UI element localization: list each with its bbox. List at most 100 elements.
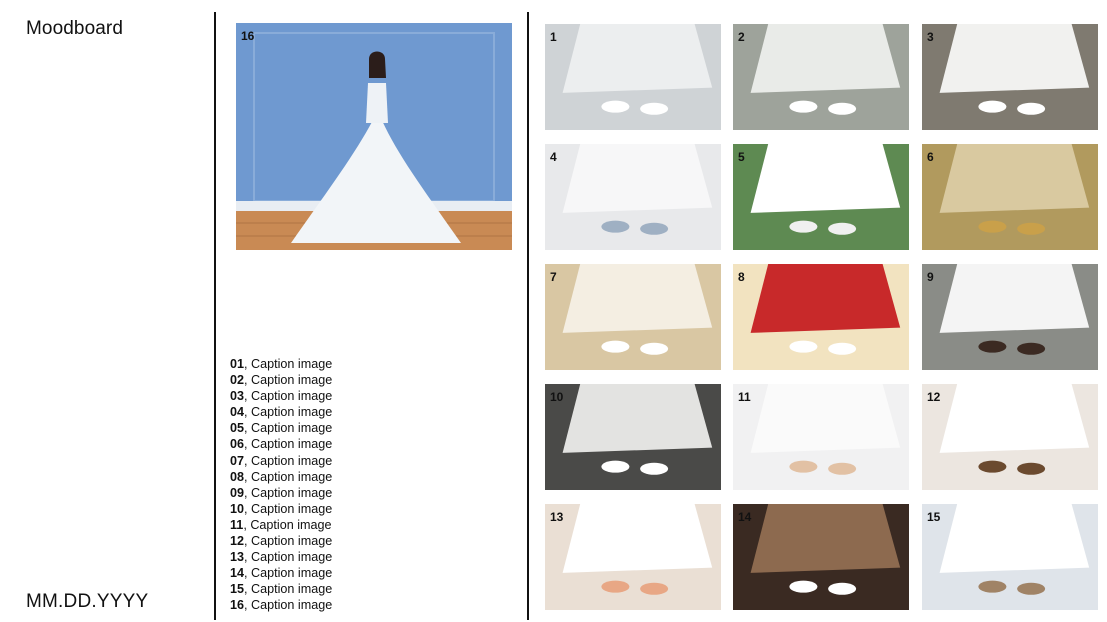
moodboard-tile[interactable]: 12 <box>922 384 1098 490</box>
image-number: 1 <box>550 30 557 44</box>
caption-text: Caption image <box>247 582 333 597</box>
wedding-shoes-photo <box>922 264 1098 370</box>
wedding-shoes-photo <box>545 504 721 610</box>
wedding-shoes-photo <box>733 384 909 490</box>
caption-number: 09 <box>230 485 245 500</box>
caption-text: Caption image <box>247 566 333 581</box>
image-number: 15 <box>927 510 941 524</box>
caption-number: 07 <box>230 453 245 468</box>
caption-item: 07, Caption image <box>230 453 332 469</box>
image-number: 3 <box>927 30 934 44</box>
caption-number: 01 <box>230 357 245 371</box>
caption-number: 06 <box>230 437 245 452</box>
caption-text: Caption image <box>247 373 333 388</box>
moodboard-tile[interactable]: 11 <box>733 384 909 490</box>
moodboard-tile[interactable]: 1 <box>545 24 721 130</box>
wedding-shoes-photo <box>922 384 1098 490</box>
date-label: MM.DD.YYYY <box>26 591 149 612</box>
moodboard-tile[interactable]: 7 <box>545 264 721 370</box>
wedding-shoes-photo <box>545 24 721 130</box>
wedding-shoes-photo <box>733 504 909 610</box>
caption-item: 03, Caption image <box>230 388 332 404</box>
moodboard-tile[interactable]: 2 <box>733 24 909 130</box>
image-number: 10 <box>550 390 564 404</box>
image-number: 12 <box>927 390 941 404</box>
caption-text: Caption image <box>247 534 333 549</box>
image-number: 6 <box>927 150 934 164</box>
image-number: 5 <box>738 150 745 164</box>
caption-text: Caption image <box>247 421 333 436</box>
caption-text: Caption image <box>247 469 333 484</box>
image-number: 7 <box>550 270 557 284</box>
caption-list: 01, Caption image 02, Caption image 03, … <box>230 356 332 614</box>
moodboard-tile[interactable]: 3 <box>922 24 1098 130</box>
wedding-shoes-photo <box>545 264 721 370</box>
wedding-shoes-photo <box>733 24 909 130</box>
caption-number: 14 <box>230 566 245 581</box>
wedding-shoes-photo <box>922 24 1098 130</box>
caption-text: Caption image <box>247 550 333 565</box>
moodboard-tile[interactable]: 15 <box>922 504 1098 610</box>
caption-number: 16 <box>230 598 245 613</box>
moodboard-tile[interactable]: 10 <box>545 384 721 490</box>
caption-item: 16, Caption image <box>230 597 332 613</box>
caption-number: 15 <box>230 582 245 597</box>
caption-number: 10 <box>230 501 245 516</box>
caption-number: 11 <box>230 517 244 532</box>
wedding-shoes-photo <box>922 144 1098 250</box>
caption-text: Caption image <box>246 517 332 532</box>
caption-number: 13 <box>230 550 245 565</box>
caption-number: 08 <box>230 469 245 484</box>
wedding-shoes-photo <box>545 144 721 250</box>
wedding-shoes-photo <box>922 504 1098 610</box>
moodboard-tile[interactable]: 14 <box>733 504 909 610</box>
image-number: 9 <box>927 270 934 284</box>
caption-item: 08, Caption image <box>230 469 332 485</box>
image-number: 11 <box>738 390 751 404</box>
image-number: 16 <box>241 29 255 43</box>
wedding-shoes-photo <box>545 384 721 490</box>
image-number: 2 <box>738 30 745 44</box>
caption-text: Caption image <box>247 389 333 404</box>
bride-gown-photo <box>236 23 512 250</box>
feature-image[interactable]: 16 <box>236 23 512 250</box>
caption-number: 04 <box>230 405 245 420</box>
caption-item: 05, Caption image <box>230 420 332 436</box>
moodboard-tile[interactable]: 8 <box>733 264 909 370</box>
wedding-shoes-photo <box>733 264 909 370</box>
moodboard-tile[interactable]: 5 <box>733 144 909 250</box>
caption-item: 01, Caption image <box>230 356 332 372</box>
caption-number: 05 <box>230 421 245 436</box>
caption-text: Caption image <box>247 598 333 613</box>
caption-number: 03 <box>230 389 245 404</box>
image-number: 13 <box>550 510 564 524</box>
divider-right <box>527 12 529 620</box>
caption-item: 04, Caption image <box>230 404 332 420</box>
caption-text: Caption image <box>247 501 333 516</box>
divider-left <box>214 12 216 620</box>
page-title: Moodboard <box>26 18 124 39</box>
caption-text: Caption image <box>247 437 333 452</box>
caption-item: 11, Caption image <box>230 517 332 533</box>
caption-item: 12, Caption image <box>230 533 332 549</box>
wedding-shoes-photo <box>733 144 909 250</box>
image-number: 14 <box>738 510 752 524</box>
caption-text: Caption image <box>247 405 333 420</box>
moodboard-tile[interactable]: 13 <box>545 504 721 610</box>
caption-text: Caption image <box>247 357 333 371</box>
caption-number: 02 <box>230 373 245 388</box>
caption-item: 09, Caption image <box>230 485 332 501</box>
caption-item: 13, Caption image <box>230 549 332 565</box>
moodboard-tile[interactable]: 9 <box>922 264 1098 370</box>
caption-item: 02, Caption image <box>230 372 332 388</box>
caption-item: 15, Caption image <box>230 581 332 597</box>
caption-item: 06, Caption image <box>230 436 332 452</box>
caption-text: Caption image <box>247 485 333 500</box>
caption-number: 12 <box>230 534 245 549</box>
image-number: 4 <box>550 150 557 164</box>
moodboard-tile[interactable]: 6 <box>922 144 1098 250</box>
caption-item: 14, Caption image <box>230 565 332 581</box>
moodboard-tile[interactable]: 4 <box>545 144 721 250</box>
image-number: 8 <box>738 270 745 284</box>
caption-item: 10, Caption image <box>230 501 332 517</box>
